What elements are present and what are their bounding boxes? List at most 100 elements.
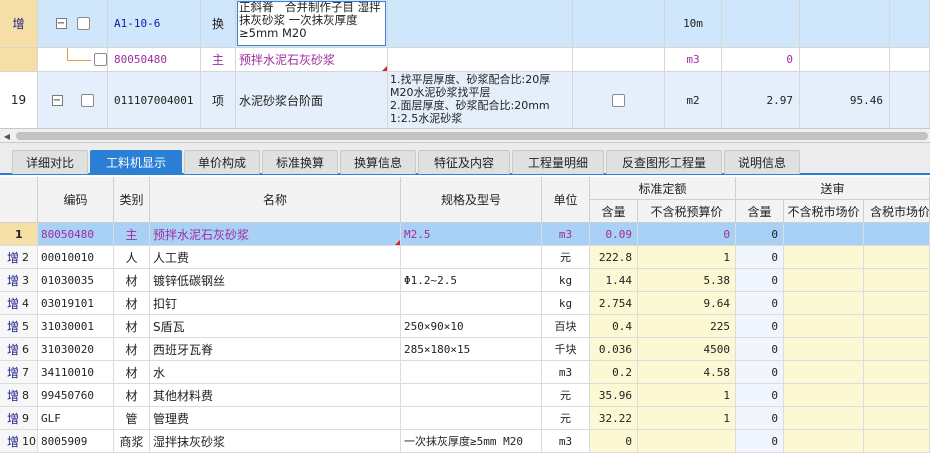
cell-spec[interactable] (401, 407, 542, 430)
cell-std-quantity[interactable]: 0.09 (590, 223, 638, 246)
cell-rev-market-price[interactable] (784, 407, 864, 430)
tab-quantity-details[interactable]: 工程量明细 (512, 150, 604, 174)
cell-rev-market-price[interactable] (784, 430, 864, 453)
cell-rev-quantity[interactable]: 0 (736, 338, 784, 361)
row-index-cell[interactable]: 增7 (0, 361, 38, 384)
table-row[interactable]: 1 80050480 主预拌水泥石灰砂浆 M2.5 m3 0.09 0 0 (0, 223, 930, 246)
row-index-cell[interactable]: 增4 (0, 292, 38, 315)
cell-rev-quantity[interactable]: 0 (736, 407, 784, 430)
cell-std-quantity[interactable]: 35.96 (590, 384, 638, 407)
table-row[interactable]: 增 10 8005909 商浆 湿拌抹灰砂浆 一次抹灰厚度≥5mm M20 m3 0 0 (0, 430, 930, 453)
header-code[interactable]: 编码 (38, 177, 114, 223)
cell-name[interactable]: 预拌水泥石灰砂浆 (150, 223, 401, 246)
header-rev-tax-market-price[interactable]: 含税市场价 (864, 200, 930, 223)
collapse-toggle-icon[interactable]: − (55, 18, 67, 29)
cell-rev-tax-market-price[interactable] (864, 269, 930, 292)
row-code[interactable]: 80050480 (108, 48, 201, 72)
cell-rev-market-price[interactable] (784, 246, 864, 269)
row-quantity[interactable]: 0 (722, 48, 800, 72)
cell-rev-market-price[interactable] (784, 384, 864, 407)
row-index-cell[interactable]: 增5 (0, 315, 38, 338)
tab-conversion-info[interactable]: 换算信息 (340, 150, 416, 174)
cell-std-budget-price[interactable] (638, 430, 736, 453)
tab-unit-price-composition[interactable]: 单价构成 (184, 150, 260, 174)
cell-rev-market-price[interactable] (784, 269, 864, 292)
table-row[interactable]: 增 3 01030035 材镀锌低碳钢丝 Φ1.2~2.5 kg 1.44 5.38 0 (0, 269, 930, 292)
collapse-toggle-icon[interactable]: − (51, 94, 63, 106)
cell-std-quantity[interactable]: 2.754 (590, 292, 638, 315)
cell-code[interactable]: 01030035 (38, 269, 114, 292)
cell-code[interactable]: 31030001 (38, 315, 114, 338)
row-index-cell[interactable]: 增3 (0, 269, 38, 292)
table-row[interactable]: 增 4 03019101 材扣钉 kg 2.754 9.64 0 (0, 292, 930, 315)
row-index-cell[interactable]: 增 10 (0, 430, 38, 453)
cell-std-budget-price[interactable]: 0 (638, 223, 736, 246)
row-index-cell[interactable]: 1 (0, 223, 38, 246)
header-name[interactable]: 名称 (150, 177, 401, 223)
row-index-cell[interactable]: 增2 (0, 246, 38, 269)
row-index-cell[interactable]: 增8 (0, 384, 38, 407)
cell-std-quantity[interactable]: 0.036 (590, 338, 638, 361)
row-index-cell[interactable]: 增9 (0, 407, 38, 430)
cell-std-quantity[interactable]: 222.8 (590, 246, 638, 269)
row-name-cell[interactable]: 正斜脊 合并制作子目 湿拌抹灰砂浆 一次抹灰厚度≥5mm M20 (236, 0, 388, 48)
tab-features-content[interactable]: 特征及内容 (418, 150, 510, 174)
cell-std-budget-price[interactable]: 1 (638, 246, 736, 269)
cell-rev-quantity[interactable]: 0 (736, 315, 784, 338)
row-features[interactable]: 1.找平层厚度、砂浆配合比:20厚M20水泥砂浆找平层 2.面层厚度、砂浆配合比… (388, 72, 573, 128)
cell-std-quantity[interactable]: 0 (590, 430, 638, 453)
cell-spec[interactable]: 一次抹灰厚度≥5mm M20 (401, 430, 542, 453)
cell-rev-market-price[interactable] (784, 315, 864, 338)
cell-std-budget-price[interactable]: 4.58 (638, 361, 736, 384)
row-flag-checkbox[interactable] (612, 93, 625, 107)
cell-std-budget-price[interactable]: 9.64 (638, 292, 736, 315)
cell-code[interactable]: 31030020 (38, 338, 114, 361)
scrollbar-thumb[interactable] (16, 132, 928, 140)
table-row[interactable]: 增 9 GLF 管管理费元 32.22 1 0 (0, 407, 930, 430)
cell-code[interactable]: 34110010 (38, 361, 114, 384)
cell-code[interactable]: 80050480 (38, 223, 114, 246)
row-quantity[interactable]: 2.97 (722, 72, 800, 128)
cell-rev-market-price[interactable] (784, 223, 864, 246)
table-row[interactable]: 增 5 31030001 材 S盾瓦 250×90×10 百块 0.4 225 0 (0, 315, 930, 338)
cell-name[interactable]: 人工费 (150, 246, 401, 269)
row-checkbox[interactable] (94, 53, 107, 66)
cell-spec[interactable] (401, 246, 542, 269)
tab-description-info[interactable]: 说明信息 (724, 150, 800, 174)
cell-rev-tax-market-price[interactable] (864, 430, 930, 453)
row-code[interactable]: A1-10-6 (108, 0, 201, 48)
cell-spec[interactable]: M2.5 (401, 223, 542, 246)
cell-rev-quantity[interactable]: 0 (736, 223, 784, 246)
row-name[interactable]: 水泥砂浆台阶面 (236, 72, 388, 128)
cell-rev-quantity[interactable]: 0 (736, 292, 784, 315)
cell-rev-market-price[interactable] (784, 292, 864, 315)
cell-spec[interactable]: Φ1.2~2.5 (401, 269, 542, 292)
header-spec[interactable]: 规格及型号 (401, 177, 542, 223)
header-unit[interactable]: 单位 (542, 177, 590, 223)
cell-spec[interactable]: 285×180×15 (401, 338, 542, 361)
cell-std-quantity[interactable]: 0.2 (590, 361, 638, 384)
cell-code[interactable]: 8005909 (38, 430, 114, 453)
cell-rev-quantity[interactable]: 0 (736, 384, 784, 407)
table-row[interactable]: 增 2 00010010 人人工费元 222.8 1 0 (0, 246, 930, 269)
cell-rev-market-price[interactable] (784, 338, 864, 361)
cell-code[interactable]: 00010010 (38, 246, 114, 269)
cell-code[interactable]: 99450760 (38, 384, 114, 407)
cell-rev-tax-market-price[interactable] (864, 407, 930, 430)
horizontal-scrollbar[interactable]: ◀ (0, 129, 930, 143)
cell-rev-quantity[interactable]: 0 (736, 430, 784, 453)
top-row-1[interactable]: 增 − A1-10-6 换 正斜脊 合并制作子目 湿拌抹灰砂浆 一次抹灰厚度≥5… (0, 0, 930, 48)
table-row[interactable]: 增 6 31030020 材西班牙瓦脊 285×180×15 千块 0.036 4500 0 (0, 338, 930, 361)
cell-name[interactable]: 管理费 (150, 407, 401, 430)
row-checkbox[interactable] (76, 17, 90, 30)
row-name[interactable]: 预拌水泥石灰砂浆 (236, 48, 388, 72)
header-rev-quantity[interactable]: 含量 (736, 200, 784, 223)
cell-name[interactable]: 西班牙瓦脊 (150, 338, 401, 361)
cell-code[interactable]: GLF (38, 407, 114, 430)
cell-rev-tax-market-price[interactable] (864, 223, 930, 246)
cell-name[interactable]: 水 (150, 361, 401, 384)
cell-std-budget-price[interactable]: 5.38 (638, 269, 736, 292)
tab-standard-conversion[interactable]: 标准换算 (262, 150, 338, 174)
cell-std-budget-price[interactable]: 4500 (638, 338, 736, 361)
cell-name[interactable]: 镀锌低碳钢丝 (150, 269, 401, 292)
